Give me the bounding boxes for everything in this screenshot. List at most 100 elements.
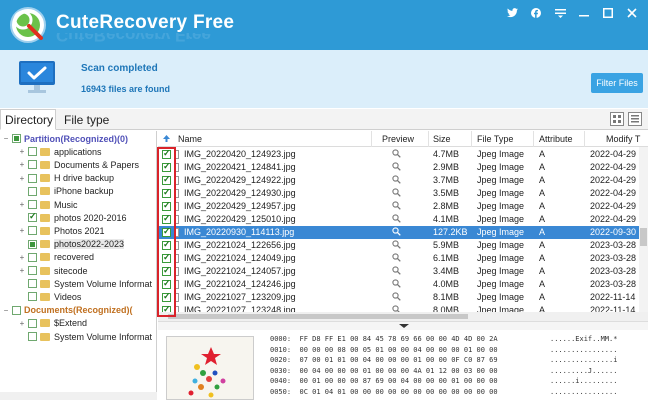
file-type: Jpeg Image [477, 188, 525, 198]
column-attribute[interactable]: Attribute [539, 134, 573, 144]
maximize-icon[interactable] [596, 4, 620, 22]
expand-toggle-icon[interactable]: + [18, 200, 26, 209]
select-all-arrow-icon[interactable] [162, 134, 171, 145]
panel-splitter[interactable] [158, 321, 648, 330]
tree-item[interactable]: Videos [18, 290, 81, 303]
twitter-icon[interactable] [500, 4, 524, 22]
expand-toggle-icon[interactable]: − [2, 306, 10, 315]
tree-item[interactable]: − Documents(Recognized)( [2, 304, 133, 317]
column-name[interactable]: Name [178, 134, 202, 144]
tree-item-checkbox[interactable] [12, 305, 21, 315]
tree-item-checkbox[interactable] [12, 134, 21, 143]
tree-item[interactable]: + Photos 2021 [18, 224, 105, 237]
column-file-type[interactable]: File Type [477, 134, 513, 144]
preview-magnifier-icon[interactable] [392, 188, 401, 199]
preview-magnifier-icon[interactable] [392, 201, 401, 212]
tree-item-checkbox[interactable] [28, 160, 37, 170]
preview-magnifier-icon[interactable] [392, 266, 401, 277]
menu-icon[interactable] [548, 4, 572, 22]
column-modify-time[interactable]: Modify T [606, 134, 640, 144]
file-name: IMG_20220429_125010.jpg [184, 214, 296, 224]
preview-magnifier-icon[interactable] [392, 227, 401, 238]
tree-item[interactable]: + Documents & Papers [18, 158, 139, 171]
tree-item-checkbox[interactable] [28, 266, 37, 275]
tree-item-checkbox[interactable] [28, 239, 37, 249]
tree-item-checkbox[interactable] [28, 226, 37, 236]
tree-item-checkbox[interactable] [28, 186, 37, 196]
preview-magnifier-icon[interactable] [392, 240, 401, 251]
file-list[interactable]: Name Preview Size File Type Attribute Mo… [158, 131, 648, 321]
tree-item[interactable]: + sitecode [18, 264, 88, 277]
tree-item-label: photos 2020-2016 [54, 212, 127, 223]
tree-item[interactable]: + H drive backup [18, 172, 114, 185]
preview-magnifier-icon[interactable] [392, 214, 401, 225]
expand-toggle-icon[interactable]: + [18, 160, 26, 169]
thumbnail-view-icon[interactable] [610, 112, 624, 126]
preview-magnifier-icon[interactable] [392, 162, 401, 173]
tree-item[interactable]: + recovered [18, 251, 94, 264]
preview-magnifier-icon[interactable] [392, 149, 401, 160]
file-row[interactable]: IMG_20221024_124049.jpg 6.1MB Jpeg Image A 2… [158, 252, 648, 265]
tree-item[interactable]: − Partition(Recognized)(0) [2, 132, 128, 145]
tree-item-checkbox[interactable] [28, 200, 37, 209]
tab-directory[interactable]: Directory [0, 109, 56, 130]
tree-item[interactable]: + applications [18, 145, 102, 158]
tree-item-checkbox[interactable] [28, 279, 37, 289]
file-row[interactable]: IMG_20221024_124246.jpg 4.0MB Jpeg Image A 2… [158, 278, 648, 291]
tab-file-type[interactable]: File type [60, 109, 120, 130]
facebook-icon[interactable] [524, 4, 548, 22]
file-row[interactable]: IMG_20221027_123209.jpg 8.1MB Jpeg Image A 2… [158, 291, 648, 304]
tree-item-checkbox[interactable] [28, 211, 37, 223]
preview-magnifier-icon[interactable] [392, 292, 401, 303]
expand-toggle-icon[interactable]: − [2, 134, 10, 143]
vertical-scroll-thumb[interactable] [640, 228, 647, 246]
file-attribute: A [539, 240, 546, 250]
preview-magnifier-icon[interactable] [392, 279, 401, 290]
close-icon[interactable] [620, 4, 644, 22]
expand-toggle-icon[interactable]: + [18, 226, 26, 235]
tree-item[interactable]: System Volume Informat [18, 277, 152, 290]
horizontal-scroll-thumb[interactable] [168, 314, 468, 319]
preview-magnifier-icon[interactable] [392, 175, 401, 186]
tree-item[interactable]: + $Extend [18, 317, 87, 330]
app-logo-icon [10, 7, 46, 43]
file-row[interactable]: IMG_20220421_124841.jpg 2.9MB Jpeg Image A 2… [158, 161, 648, 174]
expand-toggle-icon[interactable]: + [18, 174, 26, 183]
tree-item[interactable]: + Music [18, 198, 78, 211]
expand-toggle-icon[interactable]: + [18, 319, 26, 328]
folder-icon [40, 200, 50, 209]
file-attribute: A [539, 214, 546, 224]
tree-item-checkbox[interactable] [28, 173, 37, 183]
column-size[interactable]: Size [433, 134, 451, 144]
file-row[interactable]: IMG_20220930_114113.jpg 127.2KB Jpeg Image… [158, 226, 648, 239]
list-view-icon[interactable] [628, 112, 642, 126]
tree-item[interactable]: photos2022-2023 [18, 238, 125, 251]
file-row[interactable]: IMG_20220420_124923.jpg 4.7MB Jpeg Image A 2… [158, 148, 648, 161]
column-preview[interactable]: Preview [382, 134, 414, 144]
file-modified: 2023-03-28 [590, 279, 637, 289]
file-size: 3.5MB [433, 188, 460, 198]
tree-item[interactable]: System Volume Informat [18, 330, 152, 343]
tree-item-checkbox[interactable] [28, 318, 37, 328]
file-row[interactable]: IMG_20221024_122656.jpg 5.9MB Jpeg Image A 2… [158, 239, 648, 252]
directory-tree[interactable]: − Partition(Recognized)(0) + applications + D… [0, 131, 157, 400]
file-row[interactable]: IMG_20221024_124057.jpg 3.4MB Jpeg Image A 2… [158, 265, 648, 278]
expand-toggle-icon[interactable]: + [18, 253, 26, 262]
preview-magnifier-icon[interactable] [392, 253, 401, 264]
tree-item[interactable]: photos 2020-2016 [18, 211, 127, 224]
tree-item-checkbox[interactable] [28, 292, 37, 302]
filter-files-button[interactable]: Filter Files [591, 73, 643, 93]
tree-item-checkbox[interactable] [28, 252, 37, 262]
file-row[interactable]: IMG_20220429_124957.jpg 2.8MB Jpeg Image A 2… [158, 200, 648, 213]
file-row[interactable]: IMG_20220429_124930.jpg 3.5MB Jpeg Image A 2… [158, 187, 648, 200]
tree-horizontal-scrollbar[interactable] [0, 392, 157, 400]
tree-item[interactable]: iPhone backup [18, 185, 114, 198]
expand-toggle-icon[interactable]: + [18, 147, 26, 156]
folder-icon [40, 174, 50, 183]
tree-item-checkbox[interactable] [28, 147, 37, 157]
expand-toggle-icon[interactable]: + [18, 266, 26, 275]
tree-item-checkbox[interactable] [28, 332, 37, 341]
file-row[interactable]: IMG_20220429_124922.jpg 3.7MB Jpeg Image A 2… [158, 174, 648, 187]
minimize-icon[interactable] [572, 4, 596, 22]
file-row[interactable]: IMG_20220429_125010.jpg 4.1MB Jpeg Image A 2… [158, 213, 648, 226]
